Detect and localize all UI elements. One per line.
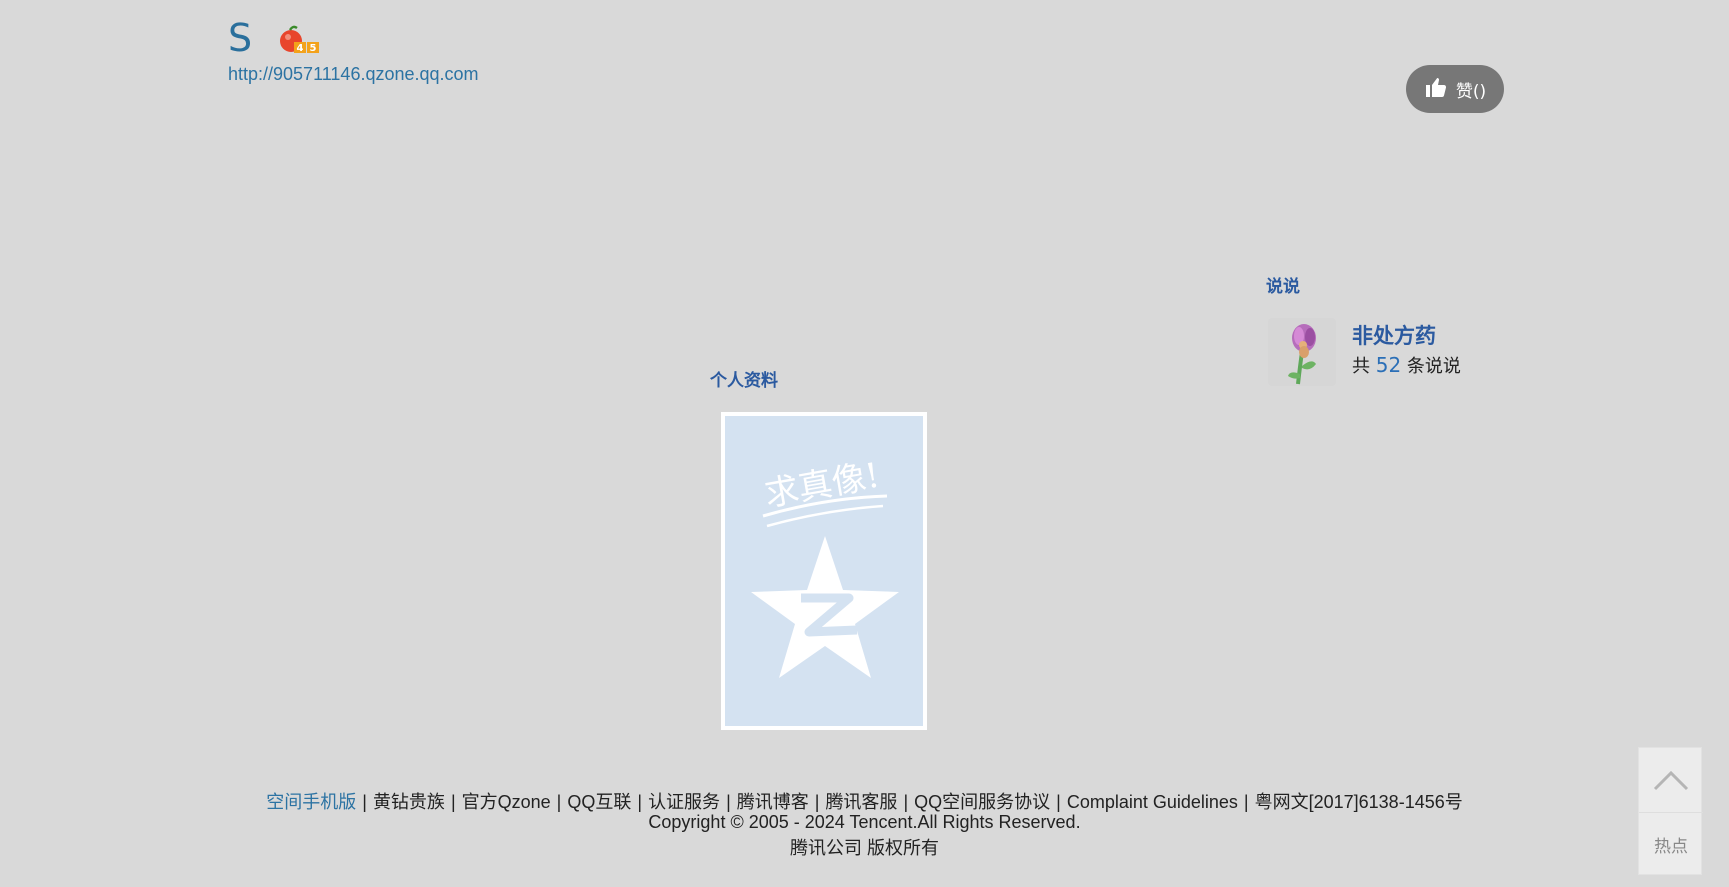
owner-name[interactable]: S [228,14,252,62]
shuoshuo-avatar[interactable] [1268,318,1336,386]
like-label: 赞() [1455,81,1487,102]
chevron-up-icon [1653,770,1689,791]
qzone-star-icon [751,536,899,678]
footer-link[interactable]: 官方Qzone [462,792,551,812]
thumbs-up-icon [1424,75,1448,104]
profile-section-title[interactable]: 个人资料 [710,366,778,391]
footer-link[interactable]: 腾讯客服 [825,792,897,812]
footer-separator: | [726,792,731,812]
footer-separator: | [637,792,643,812]
svg-text:4: 4 [297,43,304,54]
space-url-link[interactable]: http://905711146.qzone.qq.com [228,64,479,85]
footer-separator: | [556,792,562,812]
footer-link[interactable]: Complaint Guidelines [1067,792,1238,812]
shuoshuo-count: 共 52 条说说 [1352,352,1461,378]
shuoshuo-author-name[interactable]: 非处方药 [1352,320,1436,350]
svg-text:5: 5 [310,43,317,54]
footer-separator: | [1243,792,1249,812]
count-prefix: 共 [1352,356,1370,377]
like-button[interactable]: 赞() [1406,65,1504,113]
footer-link[interactable]: 腾讯博客 [737,792,809,812]
side-tools: 热点 [1638,747,1703,875]
photo-caption: 求真像! [762,455,883,514]
back-to-top-button[interactable] [1639,748,1703,813]
footer-separator: | [450,792,456,812]
footer-link[interactable]: QQ空间服务协议 [914,792,1050,812]
company-text: 腾讯公司 版权所有 [789,838,939,858]
footer-link[interactable]: 粤网文[2017]6138-1456号 [1255,792,1463,812]
copyright-text: Copyright © 2005 - 2024 Tencent.All Righ… [648,812,1081,832]
level-badge-icon: 4 5 [278,24,324,54]
footer-separator: | [1056,792,1061,812]
hot-button[interactable]: 热点 [1639,813,1703,875]
footer-link[interactable]: QQ互联 [567,792,631,812]
count-suffix: 条说说 [1406,356,1461,377]
shuoshuo-section-title[interactable]: 说说 [1266,272,1300,297]
footer-separator: | [362,792,367,812]
footer-link[interactable]: 黄钻贵族 [373,792,445,812]
footer-separator: | [814,792,820,812]
profile-photo[interactable]: 求真像! [721,412,927,730]
count-number[interactable]: 52 [1376,353,1401,377]
footer-links: 空间手机版 | 黄钻贵族 | 官方Qzone | QQ互联 | 认证服务 | 腾讯博客 | 腾讯客服 | Q… [0,788,1729,814]
footer-link[interactable]: 认证服务 [648,792,720,812]
footer-link[interactable]: 空间手机版 [266,792,356,812]
footer-separator: | [903,792,909,812]
